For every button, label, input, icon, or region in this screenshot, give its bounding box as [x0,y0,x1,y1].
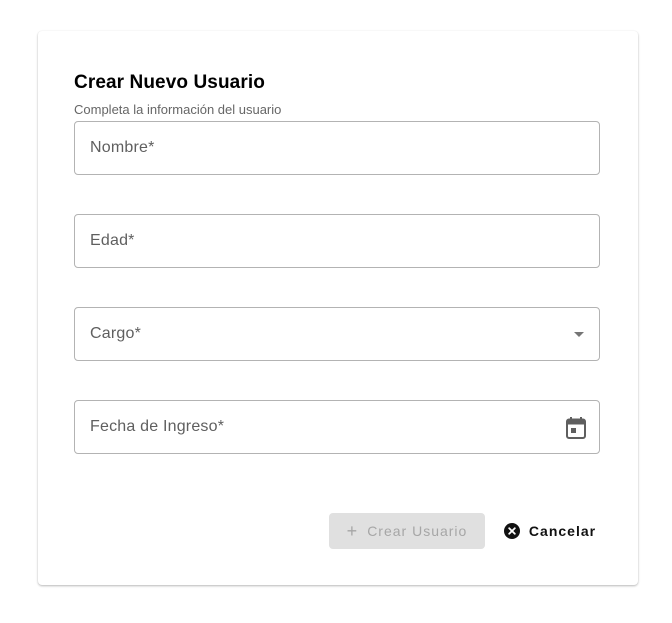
edad-label: Edad* [90,232,135,249]
cancel-button[interactable]: Cancelar [498,513,602,549]
cancel-label: Cancelar [528,523,597,539]
form-subtitle: Completa la información del usuario [74,102,282,117]
nombre-field[interactable]: Nombre* [74,121,600,175]
fecha-ingreso-label: Fecha de Ingreso* [90,418,225,435]
calendar-icon[interactable] [566,417,586,439]
cancel-circle-icon [503,523,520,539]
plus-icon: + [346,521,359,541]
nombre-label: Nombre* [90,139,155,156]
cargo-select[interactable]: Cargo* [74,307,600,361]
create-user-label: Crear Usuario [367,523,468,539]
chevron-down-icon[interactable] [574,332,584,337]
form-title: Crear Nuevo Usuario [74,72,265,93]
cargo-label: Cargo* [90,325,142,342]
edad-field[interactable]: Edad* [74,214,600,268]
create-user-card: Crear Nuevo Usuario Completa la informac… [38,31,638,585]
fecha-ingreso-field[interactable]: Fecha de Ingreso* [74,400,600,454]
create-user-button[interactable]: + Crear Usuario [329,513,485,549]
